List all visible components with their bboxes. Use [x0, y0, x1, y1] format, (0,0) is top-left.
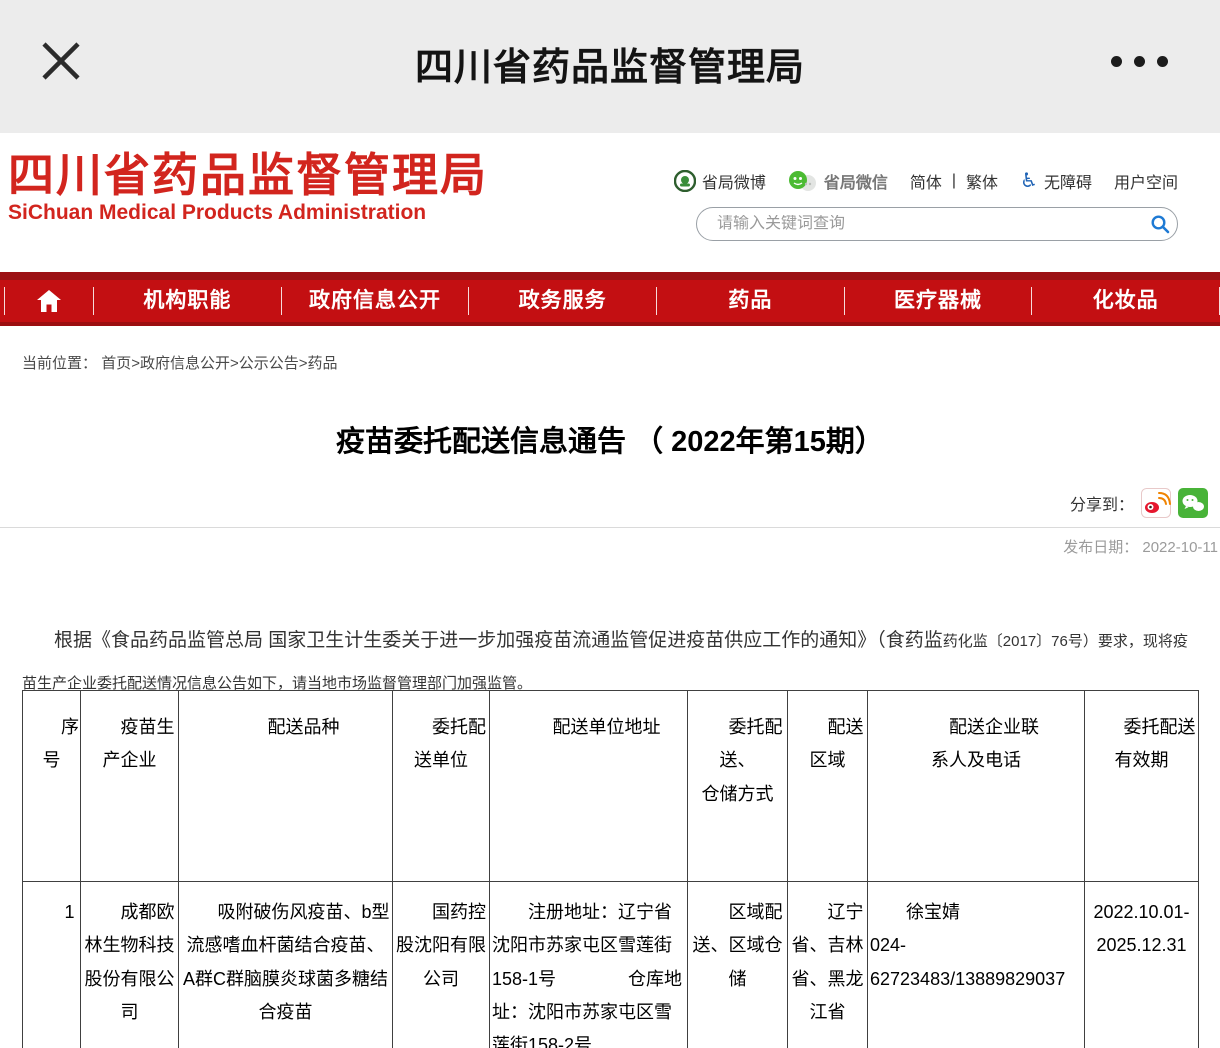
delivery-table: 序号 疫苗生产企业 配送品种 委托配送单位 配送单位地址 委托配送、 仓储方式 … [22, 690, 1199, 1048]
webview-title: 四川省药品监督管理局 [0, 36, 1220, 91]
page: 四川省药品监督管理局 四川省药品监督管理局 SiChuan Medical Pr… [0, 0, 1220, 1048]
home-icon [36, 289, 62, 313]
webview-topbar: 四川省药品监督管理局 [0, 0, 1220, 133]
logo-english: SiChuan Medical Products Administration [8, 201, 488, 225]
breadcrumb-label: 当前位置： [22, 355, 97, 372]
more-menu-icon[interactable] [1111, 56, 1168, 67]
wechat-icon [788, 170, 818, 192]
publish-date: 发布日期： 2022-10-11 [1063, 536, 1218, 557]
nav-item-huazhuangpin[interactable]: 化妆品 [1032, 280, 1219, 322]
search-box [696, 207, 1178, 241]
breadcrumb: 当前位置： 首页>政府信息公开>公示公告>药品 [22, 352, 337, 373]
nav-item-yaopin[interactable]: 药品 [657, 280, 844, 322]
share-row: 分享到： [1070, 488, 1208, 518]
share-weibo-icon[interactable] [1141, 488, 1171, 518]
nav-item-yiliaoqixie[interactable]: 医疗器械 [845, 280, 1032, 322]
col-header-products: 配送品种 [179, 691, 393, 882]
col-header-mode: 委托配送、 仓储方式 [688, 691, 788, 882]
publish-date-value: 2022-10-11 [1142, 539, 1218, 556]
site-logo[interactable]: 四川省药品监督管理局 SiChuan Medical Products Admi… [8, 149, 488, 225]
header-quicklinks: 省局微博 省局微信 简体 | 繁体 ♿ [674, 169, 1178, 193]
nav-top-strip [0, 272, 1220, 280]
cell-distributor: 国药控股沈阳有限公司 [393, 882, 490, 1048]
accessibility-icon: ♿ [1020, 171, 1038, 191]
accessibility-link[interactable]: ♿ 无障碍 [1020, 169, 1092, 193]
col-header-address: 配送单位地址 [490, 691, 688, 882]
lang-switch[interactable]: 简体 | 繁体 [910, 169, 998, 193]
table-row: 1 成都欧林生物科技股份有限公司 吸附破伤风疫苗、b型流感嗜血杆菌结合疫苗、A群… [23, 882, 1199, 1048]
share-wechat-icon[interactable] [1178, 488, 1208, 518]
site-header: 四川省药品监督管理局 SiChuan Medical Products Admi… [0, 133, 1220, 272]
page-title: 疫苗委托配送信息通告 （ 2022年第15期） [0, 418, 1220, 460]
main-nav: 机构职能 政府信息公开 政务服务 药品 医疗器械 化妆品 [0, 280, 1220, 322]
col-header-seq: 序号 [23, 691, 81, 882]
cell-products: 吸附破伤风疫苗、b型流感嗜血杆菌结合疫苗、A群C群脑膜炎球菌多糖结合疫苗 [179, 882, 393, 1048]
col-header-manufacturer: 疫苗生产企业 [81, 691, 179, 882]
cell-manufacturer: 成都欧林生物科技股份有限公司 [81, 882, 179, 1048]
col-header-distributor: 委托配送单位 [393, 691, 490, 882]
cell-mode: 区域配送、区域仓储 [688, 882, 788, 1048]
lang-simplified[interactable]: 简体 [910, 169, 942, 193]
share-label: 分享到： [1070, 491, 1134, 515]
col-header-region: 配送区域 [788, 691, 868, 882]
weibo-link[interactable]: 省局微博 [674, 169, 766, 193]
search-icon[interactable] [1143, 209, 1177, 239]
body-text-large: 根据《食品药品监管总局 国家卫生计生委关于进一步加强疫苗流通监管促进疫苗供应工作… [54, 630, 943, 651]
cell-region: 辽宁省、吉林省、黑龙江省 [788, 882, 868, 1048]
breadcrumb-path[interactable]: 首页>政府信息公开>公示公告>药品 [101, 355, 337, 372]
lang-separator: | [952, 172, 956, 190]
divider-line [0, 527, 1220, 528]
col-header-validity: 委托配送有效期 [1085, 691, 1199, 882]
nav-home-button[interactable] [5, 280, 93, 322]
search-input[interactable] [697, 215, 1143, 233]
logo-chinese: 四川省药品监督管理局 [8, 149, 488, 201]
table-header-row: 序号 疫苗生产企业 配送品种 委托配送单位 配送单位地址 委托配送、 仓储方式 … [23, 691, 1199, 882]
weibo-icon [674, 170, 696, 192]
cell-seq: 1 [23, 882, 81, 1048]
col-header-contact: 配送企业联 系人及电话 [868, 691, 1085, 882]
lang-traditional[interactable]: 繁体 [966, 169, 998, 193]
cell-validity: 2022.10.01-2025.12.31 [1085, 882, 1199, 1048]
nav-item-jigou[interactable]: 机构职能 [94, 280, 281, 322]
wechat-link[interactable]: 省局微信 [788, 169, 888, 193]
user-space-link[interactable]: 用户空间 [1114, 169, 1178, 193]
nav-item-xinxigongkai[interactable]: 政府信息公开 [282, 280, 469, 322]
publish-date-label: 发布日期： [1063, 539, 1138, 556]
cell-contact: 徐宝婧 024-62723483/13889829037 [868, 882, 1085, 1048]
nav-item-zhengwufuwu[interactable]: 政务服务 [469, 280, 656, 322]
nav-bottom-strip [0, 322, 1220, 326]
cell-address: 注册地址：辽宁省沈阳市苏家屯区雪莲街158-1号 仓库地址：沈阳市苏家屯区雪莲街… [490, 882, 688, 1048]
